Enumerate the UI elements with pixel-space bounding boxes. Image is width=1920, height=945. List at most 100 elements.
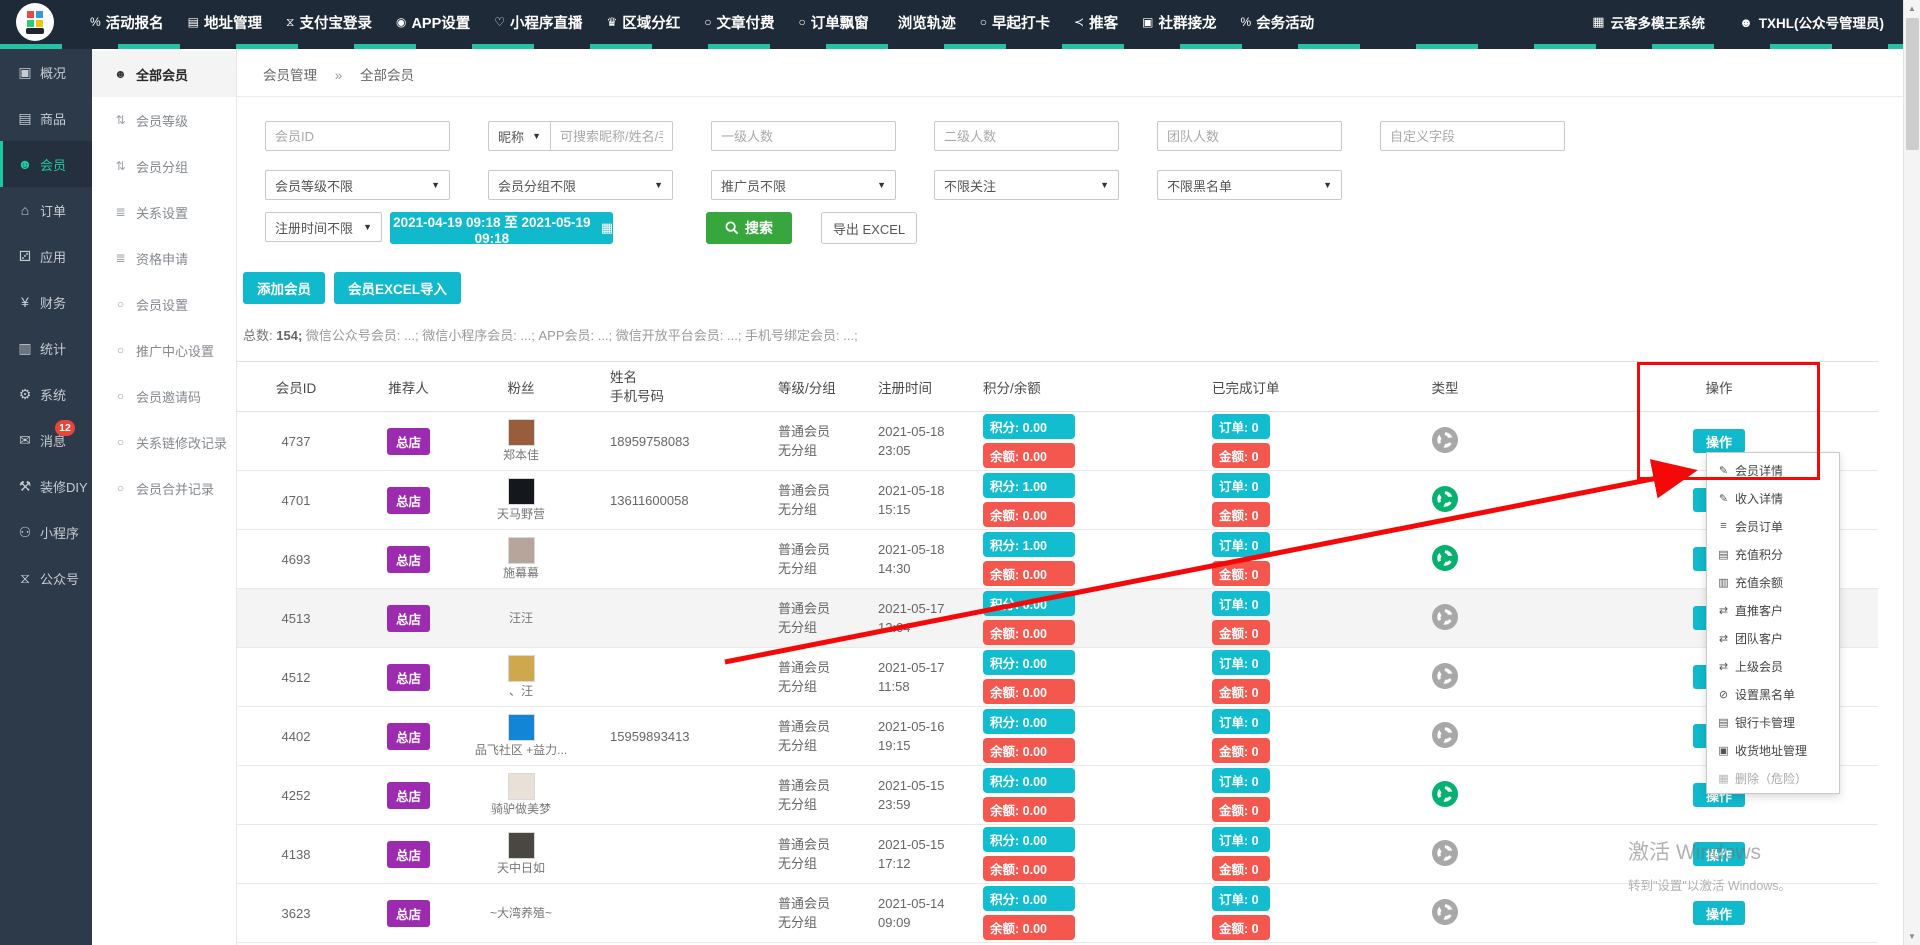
row-action-button[interactable]: 操作	[1693, 901, 1745, 925]
store-badge[interactable]: 总店	[387, 428, 430, 455]
dropdown-item-5[interactable]: ⇄ 直推客户	[1707, 596, 1839, 624]
submenu-item-2[interactable]: ⇅ 会员分组	[92, 143, 236, 189]
sidebar-item-2[interactable]: ☻ 会员	[0, 141, 92, 187]
sidebar-item-5[interactable]: ¥ 财务	[0, 279, 92, 325]
filter-select-3[interactable]: 不限关注 ▼	[934, 170, 1119, 200]
custom-field-input[interactable]	[1380, 121, 1565, 151]
top-nav-item-11[interactable]: ▣ 社群接龙	[1142, 12, 1216, 33]
store-badge[interactable]: 总店	[387, 841, 430, 868]
dropdown-item-3[interactable]: ▤ 充值积分	[1707, 540, 1839, 568]
team-count-input[interactable]	[1157, 121, 1342, 151]
level1-count-input[interactable]	[711, 121, 896, 151]
filter-select-0[interactable]: 会员等级不限 ▼	[265, 170, 450, 200]
vertical-scrollbar[interactable]: ▲ ▼	[1903, 0, 1920, 945]
sidebar-item-8[interactable]: ✉ 消息 12	[0, 417, 92, 463]
top-nav-item-10[interactable]: ≺ 推客	[1074, 12, 1118, 33]
sidebar-item-6[interactable]: ▥ 统计	[0, 325, 92, 371]
dropdown-item-8[interactable]: ⊘ 设置黑名单	[1707, 680, 1839, 708]
sidebar-item-11[interactable]: ⧖ 公众号	[0, 555, 92, 601]
top-nav-item-6[interactable]: ○ 文章付费	[704, 12, 774, 33]
dropdown-item-9[interactable]: ▤ 银行卡管理	[1707, 708, 1839, 736]
top-nav-item-12[interactable]: % 会务活动	[1240, 12, 1314, 33]
dropdown-item-icon: ⇄	[1716, 604, 1731, 617]
top-nav-item-2[interactable]: ⧖ 支付宝登录	[286, 12, 372, 33]
nickname-search-input[interactable]	[550, 121, 673, 151]
excel-import-button[interactable]: 会员EXCEL导入	[334, 272, 461, 304]
store-badge[interactable]: 总店	[387, 487, 430, 514]
dropdown-item-1[interactable]: ✎ 收入详情	[1707, 484, 1839, 512]
breadcrumb-section[interactable]: 会员管理	[263, 68, 317, 83]
row-action-button[interactable]: 操作	[1693, 429, 1745, 453]
dropdown-item-2[interactable]: ≡ 会员订单	[1707, 512, 1839, 540]
date-range-button[interactable]: 2021-04-19 09:18 至 2021-05-19 09:18 ▦	[390, 212, 613, 244]
submenu-item-4[interactable]: ≣ 资格申请	[92, 235, 236, 281]
top-nav-item-icon: %	[90, 15, 101, 29]
submenu-item-7[interactable]: ○ 会员邀请码	[92, 373, 236, 419]
system-switcher[interactable]: ▦ 云客多模王系统	[1592, 12, 1705, 32]
cell-level-group: 普通会员 无分组	[770, 766, 870, 825]
top-nav-item-icon: ○	[704, 15, 711, 29]
top-nav-item-icon: ▣	[1142, 15, 1153, 29]
submenu-item-1[interactable]: ⇅ 会员等级	[92, 97, 236, 143]
top-nav-item-8[interactable]: 浏览轨迹	[893, 12, 956, 33]
sidebar-item-10[interactable]: ⚇ 小程序	[0, 509, 92, 555]
search-button[interactable]: 搜索	[706, 212, 792, 244]
filter-select-1[interactable]: 会员分组不限 ▼	[488, 170, 673, 200]
filter-select-4[interactable]: 不限黑名单 ▼	[1157, 170, 1342, 200]
cell-fans: 品飞社区 +益力...	[462, 707, 580, 766]
top-nav-item-icon: ○	[980, 15, 987, 29]
table-header-row: 会员ID 推荐人 粉丝 姓名 手机号码 等级/分组 注册时间 积分/余额 已完成…	[237, 362, 1878, 412]
sidebar-item-9[interactable]: ⚒ 装修DIY	[0, 463, 92, 509]
sidebar-item-4[interactable]: ⚂ 应用	[0, 233, 92, 279]
dropdown-item-label: 删除（危险）	[1735, 770, 1807, 787]
cell-completed-orders: 订单: 0 金额: 0	[1160, 766, 1330, 825]
store-badge[interactable]: 总店	[387, 664, 430, 691]
store-badge[interactable]: 总店	[387, 723, 430, 750]
top-nav-item-4[interactable]: ♡ 小程序直播	[494, 12, 582, 33]
submenu-item-0[interactable]: ☻ 全部会员	[92, 51, 236, 97]
sidebar-item-1[interactable]: ▤ 商品	[0, 95, 92, 141]
filter-select-2[interactable]: 推广员不限 ▼	[711, 170, 896, 200]
scrollbar-thumb[interactable]	[1906, 18, 1919, 150]
add-member-button[interactable]: 添加会员	[243, 272, 325, 304]
scrollbar-down-arrow[interactable]: ▼	[1904, 928, 1920, 945]
top-nav-item-9[interactable]: ○ 早起打卡	[980, 12, 1050, 33]
nickname-field-select[interactable]: 昵称 ▼	[488, 121, 550, 151]
sidebar-item-3[interactable]: ⌂ 订单	[0, 187, 92, 233]
export-excel-button[interactable]: 导出 EXCEL	[821, 212, 917, 244]
dropdown-item-10[interactable]: ▣ 收货地址管理	[1707, 736, 1839, 764]
store-badge[interactable]: 总店	[387, 546, 430, 573]
dropdown-item-11[interactable]: ▦ 删除（危险）	[1707, 764, 1839, 792]
avatar	[508, 773, 535, 800]
member-id-input[interactable]	[265, 121, 450, 151]
register-time-select[interactable]: 注册时间不限 ▼	[265, 212, 382, 242]
submenu-item-3[interactable]: ≣ 关系设置	[92, 189, 236, 235]
cell-referrer: 总店	[355, 884, 462, 943]
scrollbar-up-arrow[interactable]: ▲	[1904, 0, 1920, 17]
top-nav-item-3[interactable]: ◉ APP设置	[396, 12, 470, 33]
top-nav-item-7[interactable]: ○ 订单飘窗	[799, 12, 869, 33]
top-nav-item-0[interactable]: % 活动报名	[90, 12, 164, 33]
dropdown-item-4[interactable]: ▥ 充值余额	[1707, 568, 1839, 596]
dropdown-item-6[interactable]: ⇄ 团队客户	[1707, 624, 1839, 652]
submenu-item-8[interactable]: ○ 关系链修改记录	[92, 419, 236, 465]
brand-logo[interactable]	[16, 3, 54, 41]
user-menu[interactable]: ☻ TXHL(公众号管理员)	[1739, 12, 1884, 32]
dropdown-item-0[interactable]: ✎ 会员详情	[1707, 456, 1839, 484]
submenu-item-5[interactable]: ○ 会员设置	[92, 281, 236, 327]
level2-count-input[interactable]	[934, 121, 1119, 151]
store-badge[interactable]: 总店	[387, 900, 430, 927]
submenu-item-9[interactable]: ○ 会员合并记录	[92, 465, 236, 511]
dropdown-item-label: 会员订单	[1735, 518, 1783, 535]
dropdown-item-7[interactable]: ⇄ 上级会员	[1707, 652, 1839, 680]
store-badge[interactable]: 总店	[387, 605, 430, 632]
submenu-item-6[interactable]: ○ 推广中心设置	[92, 327, 236, 373]
sidebar-item-0[interactable]: ▣ 概况	[0, 49, 92, 95]
cell-member-id: 4737	[237, 412, 355, 471]
store-badge[interactable]: 总店	[387, 782, 430, 809]
top-nav-item-5[interactable]: ♛ 区域分红	[607, 12, 681, 33]
sidebar-item-7[interactable]: ⚙ 系统	[0, 371, 92, 417]
top-nav-item-1[interactable]: ▤ 地址管理	[188, 12, 262, 33]
submenu-item-label: 会员合并记录	[136, 479, 214, 498]
chevron-down-icon: ▼	[1323, 180, 1332, 190]
